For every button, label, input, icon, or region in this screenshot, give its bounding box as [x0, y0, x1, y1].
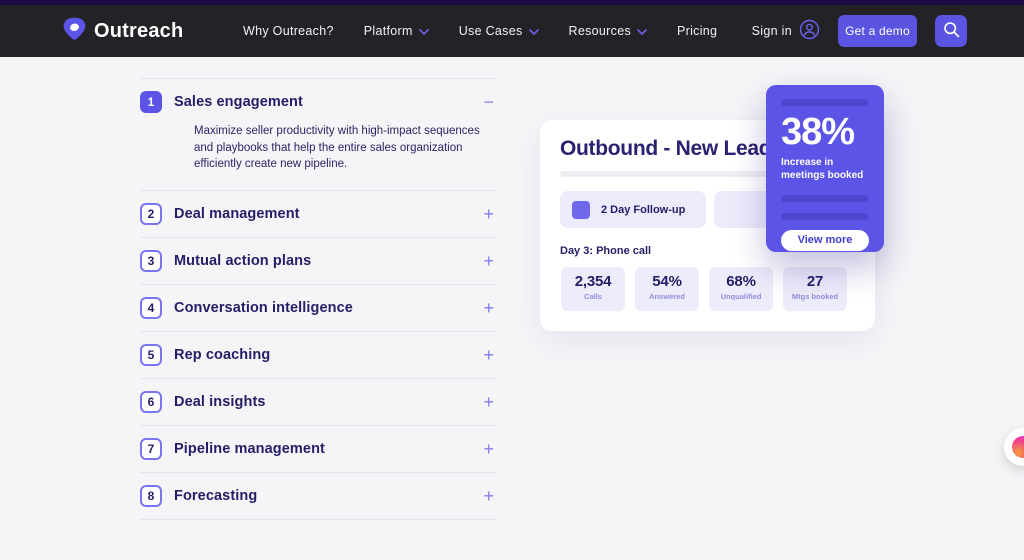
accordion-item-sales-engagement: 1 Sales engagement − Maximize seller pro… [140, 78, 497, 173]
stat-value: 54% [652, 273, 682, 290]
outreach-logo[interactable]: Outreach [62, 5, 183, 57]
accordion-header[interactable]: 3 Mutual action plans + [140, 238, 497, 284]
stat-overlay-card: 38% Increase in meetings booked View mor… [766, 85, 884, 252]
accordion-item-description: Maximize seller productivity with high-i… [194, 125, 480, 170]
item-number-badge: 3 [140, 249, 162, 272]
expand-icon[interactable]: + [480, 252, 497, 270]
nav-item-pricing[interactable]: Pricing [677, 24, 717, 38]
outreach-logo-icon [62, 16, 87, 46]
stat-value: 2,354 [574, 273, 612, 290]
item-number-badge: 2 [140, 202, 162, 225]
item-number-badge: 5 [140, 343, 162, 366]
item-number-badge: 6 [140, 390, 162, 413]
stat-percentage: 38% [781, 111, 855, 153]
accordion-item-rep-coaching: 5 Rep coaching + [140, 330, 497, 378]
search-button[interactable] [935, 15, 967, 47]
nav-item-resources[interactable]: Resources [569, 24, 647, 38]
accordion-item-mutual-action-plans: 3 Mutual action plans + [140, 236, 497, 284]
user-account-icon [799, 19, 820, 43]
collapse-icon[interactable]: − [480, 93, 497, 111]
nav-item-label: Pricing [677, 24, 718, 38]
stat-tile-calls: 2,354 Calls [561, 267, 625, 311]
feature-accordion: 1 Sales engagement − Maximize seller pro… [140, 78, 497, 520]
expand-icon[interactable]: + [480, 346, 497, 364]
chevron-down-icon [528, 24, 539, 38]
accordion-item-deal-insights: 6 Deal insights + [140, 377, 497, 425]
stat-value: 27 [806, 273, 824, 290]
nav-item-label: Platform [363, 24, 413, 38]
nav-item-label: Resources [568, 24, 631, 38]
stat-tile-mtgs-booked: 27 Mtgs booked [783, 267, 847, 311]
accordion-header[interactable]: 8 Forecasting + [140, 473, 497, 519]
view-more-button: View more [781, 229, 869, 251]
expand-icon[interactable]: + [480, 299, 497, 317]
item-number-badge: 1 [140, 91, 162, 113]
accordion-item-forecasting: 8 Forecasting + [140, 471, 497, 519]
stat-value: 68% [726, 273, 756, 290]
stats-row: 2,354 Calls 54% Answered 68% Unqualified… [561, 267, 875, 311]
accordion-item-label: Conversation intelligence [174, 299, 353, 316]
expand-icon[interactable]: + [480, 205, 497, 223]
chat-widget-icon [1012, 436, 1024, 458]
nav-item-platform[interactable]: Platform [364, 24, 429, 38]
accordion-item-conversation-intelligence: 4 Conversation intelligence + [140, 283, 497, 331]
stat-label: Answered [649, 292, 685, 301]
accordion-header[interactable]: 2 Deal management + [140, 191, 497, 237]
item-number-badge: 8 [140, 484, 162, 507]
sign-in-label: Sign in [751, 24, 792, 38]
accordion-item-label: Deal management [174, 205, 300, 222]
chat-widget-button[interactable] [1004, 428, 1024, 466]
stat-caption: Increase in meetings booked [781, 156, 864, 181]
accordion-item-pipeline-management: 7 Pipeline management + [140, 424, 497, 472]
stat-label: Mtgs booked [791, 292, 839, 301]
main-navbar: Outreach Why Outreach? Platform Use Case… [0, 5, 1024, 57]
item-number-badge: 7 [140, 437, 162, 460]
step-color-swatch [572, 200, 590, 219]
accordion-item-label: Forecasting [174, 487, 258, 504]
stat-label: Calls [584, 292, 602, 301]
stat-tile-unqualified: 68% Unqualified [709, 267, 773, 311]
nav-item-use-cases[interactable]: Use Cases [459, 24, 539, 38]
sequence-step-chip: 2 Day Follow-up [560, 191, 706, 228]
accordion-item-label: Pipeline management [174, 440, 325, 457]
accordion-item-deal-management: 2 Deal management + [140, 189, 497, 237]
placeholder-bar [781, 194, 868, 202]
accordion-header[interactable]: 1 Sales engagement − [140, 79, 497, 125]
sequence-title: Outbound - New Lead [560, 137, 772, 160]
accordion-header[interactable]: 7 Pipeline management + [140, 426, 497, 472]
expand-icon[interactable]: + [480, 440, 497, 458]
sign-in-link[interactable]: Sign in [752, 19, 820, 43]
accordion-item-label: Rep coaching [174, 346, 271, 363]
chevron-down-icon [637, 24, 647, 38]
accordion-item-label: Deal insights [174, 393, 266, 410]
accordion-item-label: Sales engagement [174, 94, 303, 110]
get-demo-button[interactable]: Get a demo [838, 15, 917, 47]
expand-icon[interactable]: + [480, 393, 497, 411]
search-icon [943, 21, 960, 41]
item-number-badge: 4 [140, 296, 162, 319]
accordion-header[interactable]: 4 Conversation intelligence + [140, 285, 497, 331]
accordion-item-label: Mutual action plans [174, 252, 312, 269]
brand-name: Outreach [94, 19, 184, 42]
placeholder-bar [781, 212, 868, 220]
stat-label: Unqualified [720, 292, 762, 301]
expand-icon[interactable]: + [480, 487, 497, 505]
nav-links: Why Outreach? Platform Use Cases Resourc… [243, 5, 717, 57]
nav-right-actions: Sign in Get a demo [752, 5, 967, 57]
accordion-header[interactable]: 5 Rep coaching + [140, 332, 497, 378]
placeholder-bar [781, 99, 868, 106]
chevron-down-icon [418, 24, 429, 38]
nav-item-label: Why Outreach? [243, 24, 334, 38]
nav-item-why-outreach[interactable]: Why Outreach? [243, 24, 334, 38]
nav-item-label: Use Cases [458, 24, 523, 38]
step-label: 2 Day Follow-up [601, 203, 686, 216]
accordion-header[interactable]: 6 Deal insights + [140, 379, 497, 425]
stat-tile-answered: 54% Answered [635, 267, 699, 311]
